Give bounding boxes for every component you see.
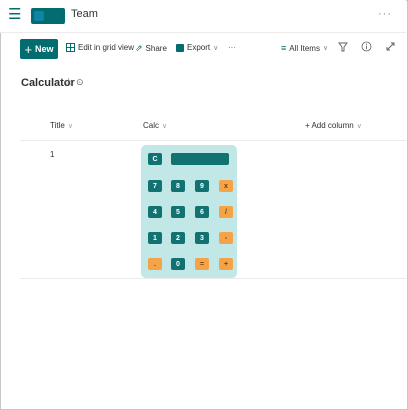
calc-key-multiply[interactable]: x xyxy=(219,180,233,192)
view-list-icon: ≡ xyxy=(281,43,287,53)
export-label: Export xyxy=(187,43,211,52)
new-button-label: New xyxy=(35,44,54,54)
calculator-display xyxy=(171,153,229,165)
chevron-down-icon: ∨ xyxy=(213,44,219,52)
view-label: All Items xyxy=(289,43,320,53)
star-icon[interactable]: ☆ xyxy=(64,77,73,88)
calc-key-5[interactable]: 5 xyxy=(171,206,185,218)
calc-key-2[interactable]: 2 xyxy=(171,232,185,244)
calc-key-6[interactable]: 6 xyxy=(195,206,209,218)
table-row-title[interactable]: 1 xyxy=(50,150,54,159)
calculator-widget: C 7 8 9 x 4 5 6 / 1 2 3 - . 0 = + xyxy=(141,145,237,278)
add-column-label: + Add column xyxy=(305,121,354,130)
sync-icon[interactable]: ⊙ xyxy=(76,77,84,88)
info-icon[interactable] xyxy=(361,41,372,52)
calc-key-1[interactable]: 1 xyxy=(148,232,162,244)
header-divider xyxy=(20,140,406,141)
calc-key-3[interactable]: 3 xyxy=(195,232,209,244)
chevron-down-icon: ∨ xyxy=(356,122,362,130)
row-divider xyxy=(20,278,406,279)
calc-key-equals[interactable]: = xyxy=(195,258,209,270)
more-options-icon[interactable]: ··· xyxy=(378,8,392,20)
column-header-calc[interactable]: Calc ∨ xyxy=(143,121,167,130)
grid-icon xyxy=(66,43,75,52)
expand-icon[interactable] xyxy=(385,41,396,52)
command-bar: + New Edit in grid view ⇗ Share Export ∨… xyxy=(0,38,406,62)
column-calc-label: Calc xyxy=(143,121,160,130)
edit-grid-view-label: Edit in grid view xyxy=(78,43,135,52)
calc-key-8[interactable]: 8 xyxy=(171,180,185,192)
column-title-label: Title xyxy=(50,121,65,130)
calc-key-4[interactable]: 4 xyxy=(148,206,162,218)
site-logo[interactable] xyxy=(31,8,65,24)
new-button[interactable]: + New xyxy=(20,39,58,59)
excel-icon xyxy=(176,43,184,52)
share-button[interactable]: ⇗ Share xyxy=(135,43,167,54)
calc-key-0[interactable]: 0 xyxy=(171,258,185,270)
calc-key-add[interactable]: + xyxy=(219,258,233,270)
plus-icon: + xyxy=(24,41,33,57)
calc-key-clear[interactable]: C xyxy=(148,153,162,165)
menu-icon[interactable]: ☰ xyxy=(8,7,21,23)
export-button[interactable]: Export ∨ xyxy=(176,43,218,52)
share-icon: ⇗ xyxy=(135,43,143,53)
calc-key-decimal[interactable]: . xyxy=(148,258,162,270)
chevron-down-icon: ∨ xyxy=(162,122,168,130)
view-selector[interactable]: ≡ All Items ∨ xyxy=(281,43,328,53)
calc-key-7[interactable]: 7 xyxy=(148,180,162,192)
add-column-button[interactable]: + Add column ∨ xyxy=(305,121,362,130)
edit-grid-view-button[interactable]: Edit in grid view xyxy=(66,43,134,52)
share-label: Share xyxy=(145,44,167,53)
top-bar: ☰ Team ··· xyxy=(0,0,406,33)
calc-key-9[interactable]: 9 xyxy=(195,180,209,192)
more-commands-button[interactable]: ··· xyxy=(228,43,236,52)
filter-icon[interactable] xyxy=(338,41,348,53)
chevron-down-icon: ∨ xyxy=(322,45,329,52)
calc-key-subtract[interactable]: - xyxy=(219,232,233,244)
chevron-down-icon: ∨ xyxy=(67,122,73,130)
site-title[interactable]: Team xyxy=(71,8,98,20)
column-header-title[interactable]: Title ∨ xyxy=(50,121,73,130)
calc-key-divide[interactable]: / xyxy=(219,206,233,218)
